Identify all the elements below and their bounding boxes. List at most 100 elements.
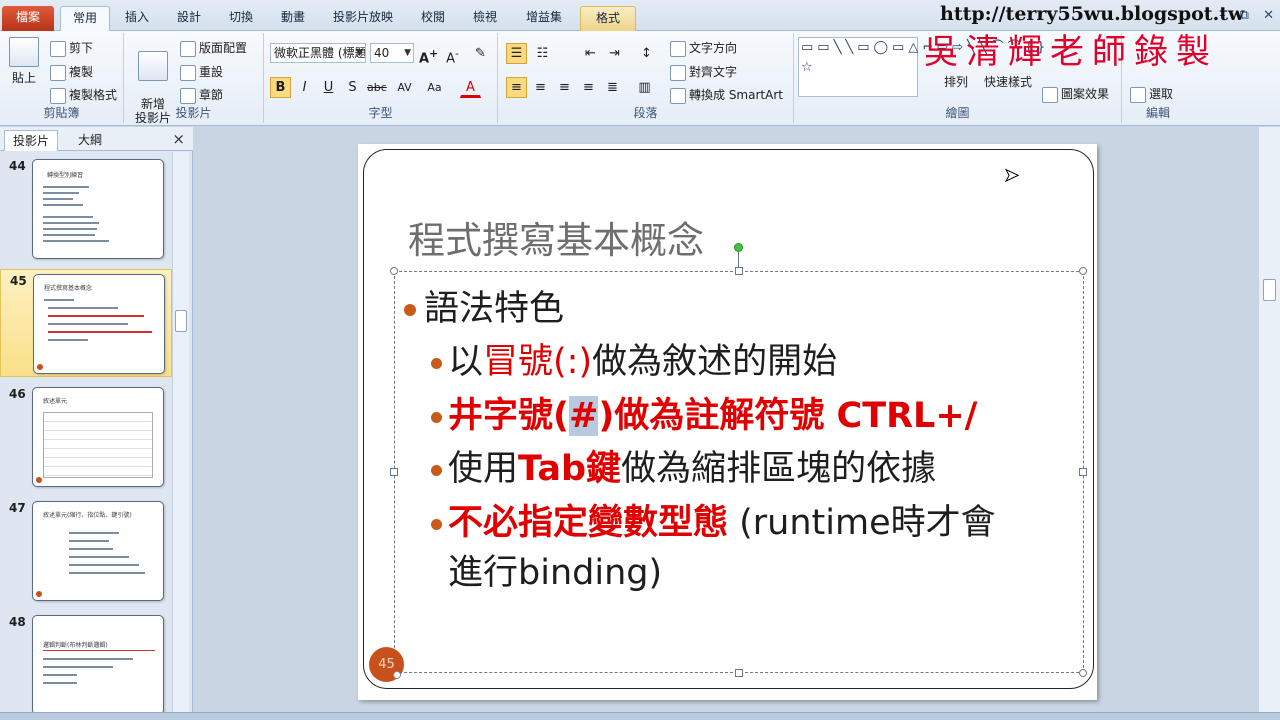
bullet-icon xyxy=(431,357,442,369)
bullet-text: 進行binding) xyxy=(448,553,663,593)
justify-button[interactable]: ≡ xyxy=(578,77,599,98)
shrink-font-button[interactable]: A- xyxy=(442,43,463,66)
bullet-hash[interactable]: 井字號(#)做為註解符號 CTRL+/ xyxy=(431,387,977,438)
bullet-colon[interactable]: 以冒號(:)做為敘述的開始 xyxy=(431,333,837,384)
rotation-handle[interactable] xyxy=(734,243,743,252)
align-right-button[interactable]: ≡ xyxy=(554,77,575,98)
change-case-button[interactable]: Aa xyxy=(424,77,445,98)
select-label: 選取 xyxy=(1149,87,1174,101)
italic-button[interactable]: I xyxy=(294,77,315,98)
thumbnail-title: 程式撰寫基本概念 xyxy=(44,285,93,292)
panel-tabs: 投影片 大綱 × xyxy=(0,127,193,151)
bullet-highlight: Tab鍵 xyxy=(518,449,622,489)
arrange-button[interactable]: 排列 xyxy=(944,73,968,90)
font-size-value: 40 xyxy=(374,46,390,60)
slide-thumbnail-46[interactable]: 46 敘述單元 xyxy=(0,383,172,491)
tab-addins[interactable]: 增益集 xyxy=(514,6,574,31)
slide-thumbnail-48[interactable]: 48 邏輯判斷(布林判斷邏輯) xyxy=(0,611,172,719)
tab-outline[interactable]: 大綱 xyxy=(70,130,110,151)
tab-slides[interactable]: 投影片 xyxy=(4,130,59,151)
select-button[interactable]: 選取 xyxy=(1130,85,1173,103)
resize-handle-r[interactable] xyxy=(1079,468,1087,476)
text-direction-button[interactable]: 文字方向 xyxy=(670,39,737,57)
align-text-button[interactable]: 對齊文字 xyxy=(670,63,737,81)
bullet-types[interactable]: 不必指定變數型態 (runtime時才會 xyxy=(431,494,996,545)
reset-label: 重設 xyxy=(199,65,224,79)
brush-icon xyxy=(50,87,66,104)
decrease-indent-button[interactable]: ⇤ xyxy=(580,43,601,64)
font-size-combo[interactable]: 40 ▼ xyxy=(370,43,414,63)
slide-thumbnail-45[interactable]: 45 程式撰寫基本概念 xyxy=(0,269,172,377)
tab-format[interactable]: 格式 xyxy=(580,6,636,31)
bullet-types-continued[interactable]: 進行binding) xyxy=(448,544,662,595)
format-painter-button[interactable]: 複製格式 xyxy=(50,86,117,104)
font-name-combo[interactable]: 微軟正黑體 (標題 ▼ xyxy=(270,43,366,63)
slide-title[interactable]: 程式撰寫基本概念 xyxy=(408,210,704,264)
close-icon[interactable]: × xyxy=(172,130,185,148)
copy-button[interactable]: 複製 xyxy=(50,63,93,81)
strikethrough-button[interactable]: abc xyxy=(366,77,387,98)
cut-button[interactable]: 剪下 xyxy=(50,39,93,57)
shape-effects-button[interactable]: 圖案效果 xyxy=(1042,85,1109,103)
bullet-tab[interactable]: 使用Tab鍵做為縮排區塊的依據 xyxy=(431,440,936,491)
align-center-button[interactable]: ≡ xyxy=(530,77,551,98)
chevron-down-icon: ▼ xyxy=(356,48,363,58)
align-left-button[interactable]: ≡ xyxy=(506,77,527,98)
tab-file[interactable]: 檔案 xyxy=(2,6,54,31)
resize-handle-l[interactable] xyxy=(390,468,398,476)
panel-scrollbar[interactable] xyxy=(172,152,189,712)
increase-indent-button[interactable]: ⇥ xyxy=(604,43,625,64)
resize-handle-tl[interactable] xyxy=(390,267,398,275)
reset-button[interactable]: 重設 xyxy=(180,63,223,81)
underline-button[interactable]: U xyxy=(318,77,339,98)
numbering-button[interactable]: ☷ xyxy=(532,43,553,64)
tab-slideshow[interactable]: 投影片放映 xyxy=(322,6,404,31)
distributed-button[interactable]: ≣ xyxy=(602,77,623,98)
slide-canvas[interactable]: 程式撰寫基本概念 語法特色 以冒號(:)做為敘述的開始 井字號(#)做為註解符號… xyxy=(358,144,1097,700)
resize-handle-br[interactable] xyxy=(1079,669,1087,677)
shadow-button[interactable]: S xyxy=(342,77,363,98)
mouse-cursor-icon: ➤ xyxy=(1003,165,1020,187)
tab-animations[interactable]: 動畫 xyxy=(270,6,316,31)
tab-transitions[interactable]: 切換 xyxy=(218,6,264,31)
slide-number-dot xyxy=(393,671,401,679)
clear-format-icon[interactable]: ✎ xyxy=(470,43,491,64)
code-line xyxy=(43,234,95,236)
paste-button[interactable]: 貼上 xyxy=(6,37,42,86)
quick-styles-button[interactable]: 快速樣式 xyxy=(984,73,1032,90)
line-spacing-button[interactable]: ↕ xyxy=(636,43,657,64)
section-button[interactable]: 章節 xyxy=(180,86,223,104)
slide-number: 44 xyxy=(9,159,26,173)
shapes-gallery[interactable]: ▭▭╲╲▭◯▭△⌐⇨⇨╲╲⌒⌒{}☆ xyxy=(798,37,1045,97)
code-line xyxy=(69,564,139,566)
smartart-label: 轉換成 SmartArt xyxy=(689,88,783,102)
char-spacing-button[interactable]: AV xyxy=(394,77,415,98)
bullets-button[interactable]: ☰ xyxy=(506,43,527,64)
bullet-level1[interactable]: 語法特色 xyxy=(404,280,564,331)
resize-handle-t[interactable] xyxy=(735,267,743,275)
scrollbar-thumb[interactable] xyxy=(1263,279,1276,301)
columns-button[interactable]: ▥ xyxy=(634,77,655,98)
slide-thumbnail-44[interactable]: 44 轉換型別練習 xyxy=(0,155,172,263)
slide-number-badge xyxy=(37,364,43,370)
scrollbar-thumb[interactable] xyxy=(175,310,187,332)
font-color-button[interactable]: A xyxy=(460,77,481,98)
paste-icon xyxy=(9,37,39,67)
tab-insert[interactable]: 插入 xyxy=(114,6,160,31)
smartart-button[interactable]: 轉換成 SmartArt xyxy=(670,86,783,104)
tab-home[interactable]: 常用 xyxy=(60,6,110,31)
slide-thumbnail-47[interactable]: 47 敘述單元(縮行、指位點、鍵引號) xyxy=(0,497,172,605)
resize-handle-tr[interactable] xyxy=(1079,267,1087,275)
editing-label: 編輯 xyxy=(1145,106,1170,120)
editor-scrollbar[interactable] xyxy=(1258,127,1280,712)
slide-number: 46 xyxy=(9,387,26,401)
text-line xyxy=(48,307,118,309)
tab-review[interactable]: 校閱 xyxy=(410,6,456,31)
resize-handle-b[interactable] xyxy=(735,669,743,677)
layout-button[interactable]: 版面配置 xyxy=(180,39,247,57)
bold-button[interactable]: B xyxy=(270,77,291,98)
close-button[interactable]: ✕ xyxy=(1263,8,1274,23)
grow-font-button[interactable]: A+ xyxy=(418,43,439,66)
tab-view[interactable]: 檢視 xyxy=(462,6,508,31)
tab-design[interactable]: 設計 xyxy=(166,6,212,31)
